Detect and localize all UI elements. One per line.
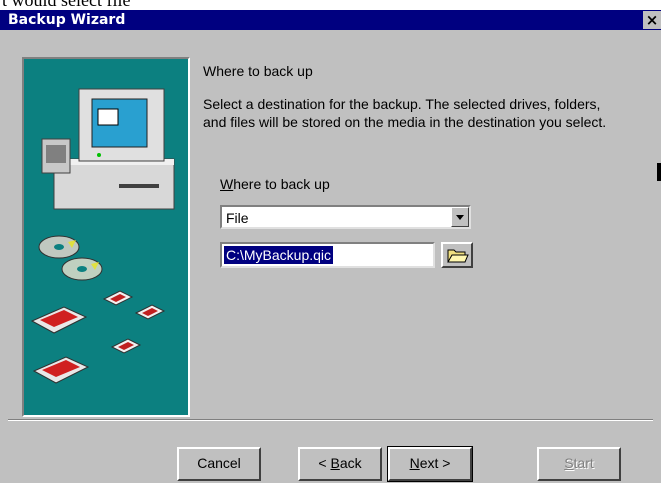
browse-button[interactable]	[441, 242, 473, 268]
computer-illustration	[30, 88, 175, 384]
backup-path-input[interactable]: C:\MyBackup.qic	[220, 242, 435, 268]
open-folder-icon	[447, 249, 469, 263]
title-bar[interactable]: Backup Wizard ×	[0, 10, 661, 30]
back-rest: ack	[339, 455, 362, 471]
backup-wizard-window: Backup Wizard × Where to back up Select …	[0, 10, 661, 483]
footer-separator	[8, 419, 653, 421]
window-title: Backup Wizard	[8, 12, 126, 28]
label-rest: here to back up	[233, 176, 330, 192]
text-cursor-mark	[657, 163, 661, 181]
wizard-illustration	[22, 57, 190, 417]
start-rest: tart	[573, 455, 594, 471]
next-rest: ext >	[419, 455, 451, 471]
back-button[interactable]: < Back	[298, 447, 382, 481]
back-mnemonic: B	[330, 455, 340, 471]
step-heading: Where to back up	[203, 63, 313, 79]
destination-label: Where to back up	[220, 175, 330, 193]
start-mnemonic: S	[564, 455, 574, 471]
back-prefix: <	[318, 455, 331, 471]
backup-path-value: C:\MyBackup.qic	[224, 246, 334, 264]
step-description: Select a destination for the backup. The…	[203, 96, 607, 130]
cancel-button[interactable]: Cancel	[177, 447, 261, 481]
close-icon[interactable]: ×	[643, 11, 661, 29]
destination-select[interactable]: File	[220, 205, 471, 229]
chevron-down-icon[interactable]	[451, 207, 469, 227]
cd-disc-icon	[38, 235, 103, 281]
page-caption: t would select file	[2, 0, 131, 10]
next-mnemonic: N	[409, 455, 420, 471]
start-button: Start	[537, 447, 621, 481]
destination-selected-value: File	[226, 210, 249, 226]
next-button[interactable]: Next >	[387, 446, 473, 482]
tape-cartridge-icon	[30, 290, 166, 384]
label-mnemonic: W	[220, 176, 234, 192]
